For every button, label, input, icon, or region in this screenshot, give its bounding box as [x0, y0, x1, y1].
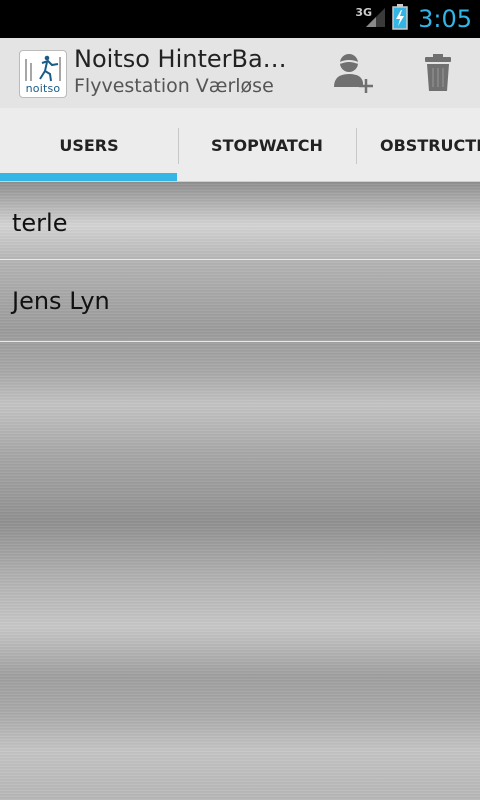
app-subtitle: Flyvestation Værløse	[74, 75, 274, 97]
app-title: Noitso HinterBa…	[74, 45, 287, 73]
delete-button[interactable]	[398, 38, 478, 108]
add-user-icon	[334, 54, 373, 93]
list-divider	[0, 341, 480, 342]
title-block: Noitso HinterBa… Flyvestation Værløse	[74, 44, 300, 98]
tab-users[interactable]: USERS	[0, 108, 178, 181]
list-item[interactable]: Jens Lyn	[0, 260, 480, 342]
status-clock: 3:05	[418, 5, 472, 33]
action-bar: noitso Noitso HinterBa… Flyvestation Vær…	[0, 38, 480, 108]
users-list[interactable]: terle Jens Lyn	[0, 182, 480, 800]
logo-text: noitso	[25, 82, 61, 95]
app-logo[interactable]: noitso	[19, 50, 67, 98]
status-icons: 3G 3:05	[355, 0, 472, 38]
tab-obstruction[interactable]: OBSTRUCTIO	[356, 108, 480, 181]
trash-icon	[425, 54, 451, 91]
tab-bar: USERS STOPWATCH OBSTRUCTIO	[0, 108, 480, 182]
status-bar: 3G 3:05	[0, 0, 480, 38]
add-user-button[interactable]	[314, 38, 394, 108]
battery-icon	[392, 4, 408, 34]
logo-figure-icon	[25, 55, 61, 82]
tab-stopwatch[interactable]: STOPWATCH	[178, 108, 356, 181]
list-item[interactable]: terle	[0, 182, 480, 264]
network-type-label: 3G	[355, 5, 373, 19]
tab-selected-indicator	[0, 173, 177, 181]
